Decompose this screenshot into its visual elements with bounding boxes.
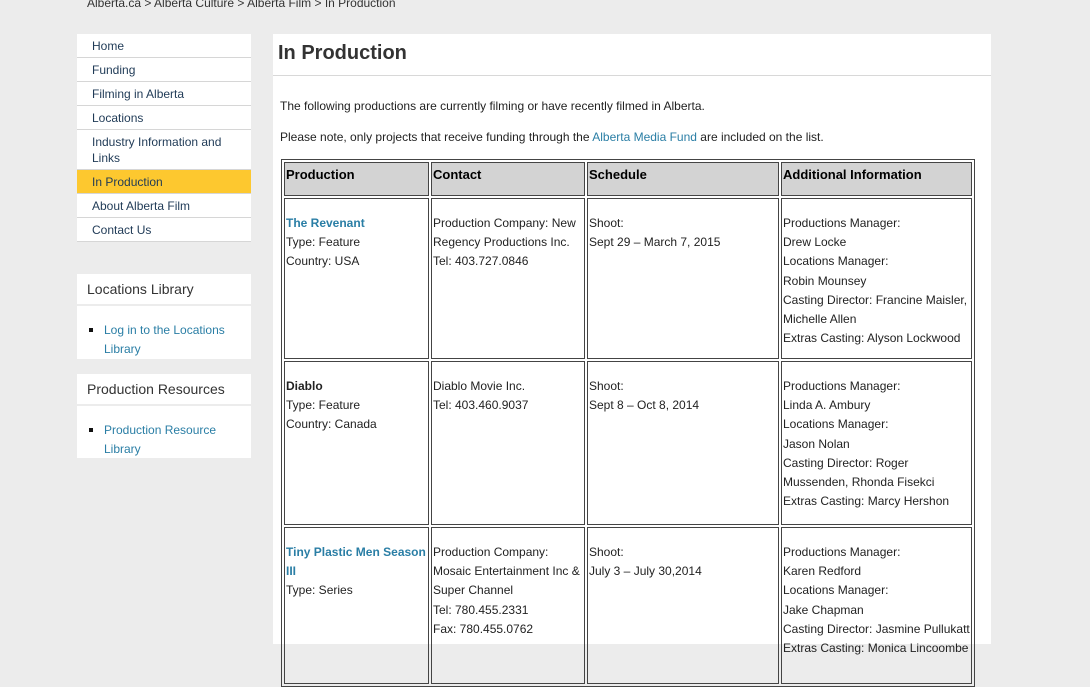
schedule-line: July 3 – July 30,2014: [589, 564, 702, 579]
production-detail: Country: Canada: [286, 417, 377, 432]
contact-cell: Production Company: New Regency Producti…: [431, 198, 585, 359]
additional-info-line: Casting Director: Roger Mussenden, Rhond…: [783, 455, 935, 490]
additional-info-line: Jake Chapman: [783, 602, 864, 617]
contact-line: Production Company: Mosaic Entertainment…: [433, 545, 580, 598]
additional-info-line: Casting Director: Jasmine Pullukatt: [783, 621, 970, 636]
nav-item-in-production[interactable]: In Production: [77, 170, 251, 194]
breadcrumb-alberta-ca[interactable]: Alberta.ca: [87, 0, 141, 10]
additional-info-line: Productions Manager:: [783, 379, 901, 393]
production-name-link[interactable]: Tiny Plastic Men Season III: [286, 543, 427, 581]
schedule-line: Sept 8 – Oct 8, 2014: [589, 398, 700, 413]
additional-info-line: Jason Nolan: [783, 436, 850, 451]
production-cell: The Revenant Type: Feature Country: USA: [284, 198, 429, 359]
additional-info-cell: Productions Manager: Karen Redford Locatio…: [781, 527, 972, 684]
page-title: In Production: [273, 34, 991, 76]
schedule-line: Sept 29 – March 7, 2015: [589, 235, 721, 250]
additional-info-line: Extras Casting: Monica Lincoombe: [783, 641, 969, 656]
header-schedule: Schedule: [587, 162, 779, 196]
nav-item-locations[interactable]: Locations: [77, 106, 251, 130]
nav-item-home[interactable]: Home: [77, 34, 251, 58]
production-cell: Diablo Type: Feature Country: Canada: [284, 361, 429, 525]
contact-cell: Diablo Movie Inc. Tel: 403.460.9037: [431, 361, 585, 525]
table-row: The Revenant Type: Feature Country: USA Pro…: [284, 198, 972, 359]
additional-info-line: Productions Manager:: [783, 216, 901, 230]
schedule-cell: Shoot: July 3 – July 30,2014: [587, 527, 779, 684]
contact-line: Diablo Movie Inc.: [433, 379, 526, 393]
schedule-cell: Shoot: Sept 29 – March 7, 2015: [587, 198, 779, 359]
breadcrumb-alberta-culture[interactable]: Alberta Culture: [154, 0, 234, 10]
additional-info-line: Robin Mounsey: [783, 273, 867, 288]
breadcrumb-alberta-film[interactable]: Alberta Film: [247, 0, 311, 10]
table-row: Tiny Plastic Men Season III Type: Series P…: [284, 527, 972, 684]
contact-cell: Production Company: Mosaic Entertainment…: [431, 527, 585, 684]
contact-line: Fax: 780.455.0762: [433, 621, 534, 636]
nav-item-contact-us[interactable]: Contact Us: [77, 218, 251, 242]
production-resource-library-link[interactable]: Production Resource Library: [89, 421, 243, 459]
contact-line: Tel: 780.455.2331: [433, 602, 529, 617]
funding-note: Please note, only projects that receive …: [280, 130, 824, 144]
nav-item-filming-in-alberta[interactable]: Filming in Alberta: [77, 82, 251, 106]
production-detail: Type: Feature: [286, 235, 361, 250]
table-body: The Revenant Type: Feature Country: USA Pro…: [284, 198, 972, 684]
locations-library-title: Locations Library: [77, 274, 251, 306]
production-resources-title: Production Resources: [77, 374, 251, 406]
schedule-line: Shoot:: [589, 545, 624, 559]
additional-info-line: Casting Director: Francine Maisler, Mich…: [783, 292, 968, 327]
production-detail: Type: Feature: [286, 398, 361, 413]
production-cell: Tiny Plastic Men Season III Type: Series: [284, 527, 429, 684]
contact-line: Tel: 403.460.9037: [433, 398, 529, 413]
nav-item-funding[interactable]: Funding: [77, 58, 251, 82]
additional-info-line: Linda A. Ambury: [783, 398, 871, 413]
funding-note-before: Please note, only projects that receive …: [280, 130, 593, 144]
additional-info-line: Extras Casting: Marcy Hershon: [783, 494, 950, 509]
additional-info-cell: Productions Manager: Drew Locke Locations …: [781, 198, 972, 359]
table-row: Diablo Type: Feature Country: Canada Diablo…: [284, 361, 972, 525]
breadcrumb-current: In Production: [324, 0, 396, 10]
nav-item-about-alberta-film[interactable]: About Alberta Film: [77, 194, 251, 218]
additional-info-line: Locations Manager:: [783, 417, 889, 432]
breadcrumb: Alberta.ca > Alberta Culture > Alberta F…: [87, 0, 396, 10]
additional-info-line: Locations Manager:: [783, 254, 889, 269]
additional-info-line: Karen Redford: [783, 564, 862, 579]
schedule-cell: Shoot: Sept 8 – Oct 8, 2014: [587, 361, 779, 525]
additional-info-cell: Productions Manager: Linda A. Ambury Locat…: [781, 361, 972, 525]
production-name: Diablo: [286, 379, 323, 393]
production-resources-box: Production Resources Production Resource…: [77, 374, 251, 458]
header-contact: Contact: [431, 162, 585, 196]
production-detail: Country: USA: [286, 254, 360, 269]
intro-text: The following productions are currently …: [280, 99, 705, 113]
production-name-link[interactable]: The Revenant: [286, 214, 427, 233]
header-production: Production: [284, 162, 429, 196]
schedule-line: Shoot:: [589, 216, 624, 230]
productions-table: Production Contact Schedule Additional I…: [281, 159, 975, 687]
left-navigation: Home Funding Filming in Alberta Location…: [77, 34, 251, 242]
contact-line: Production Company: New Regency Producti…: [433, 216, 576, 250]
alberta-media-fund-link[interactable]: Alberta Media Fund: [592, 130, 697, 144]
additional-info-line: Locations Manager:: [783, 583, 889, 598]
funding-note-after: are included on the list.: [696, 130, 824, 144]
nav-item-industry-information[interactable]: Industry Information and Links: [77, 130, 251, 170]
locations-library-box: Locations Library Log in to the Location…: [77, 274, 251, 359]
contact-line: Tel: 403.727.0846: [433, 254, 529, 269]
additional-info-line: Productions Manager:: [783, 545, 901, 559]
schedule-line: Shoot:: [589, 379, 624, 393]
locations-library-login-link[interactable]: Log in to the Locations Library: [89, 321, 243, 359]
additional-info-line: Drew Locke: [783, 235, 847, 250]
header-additional-information: Additional Information: [781, 162, 972, 196]
main-content: In Production The following productions …: [273, 34, 991, 687]
additional-info-line: Extras Casting: Alyson Lockwood: [783, 331, 961, 346]
production-detail: Type: Series: [286, 583, 353, 598]
